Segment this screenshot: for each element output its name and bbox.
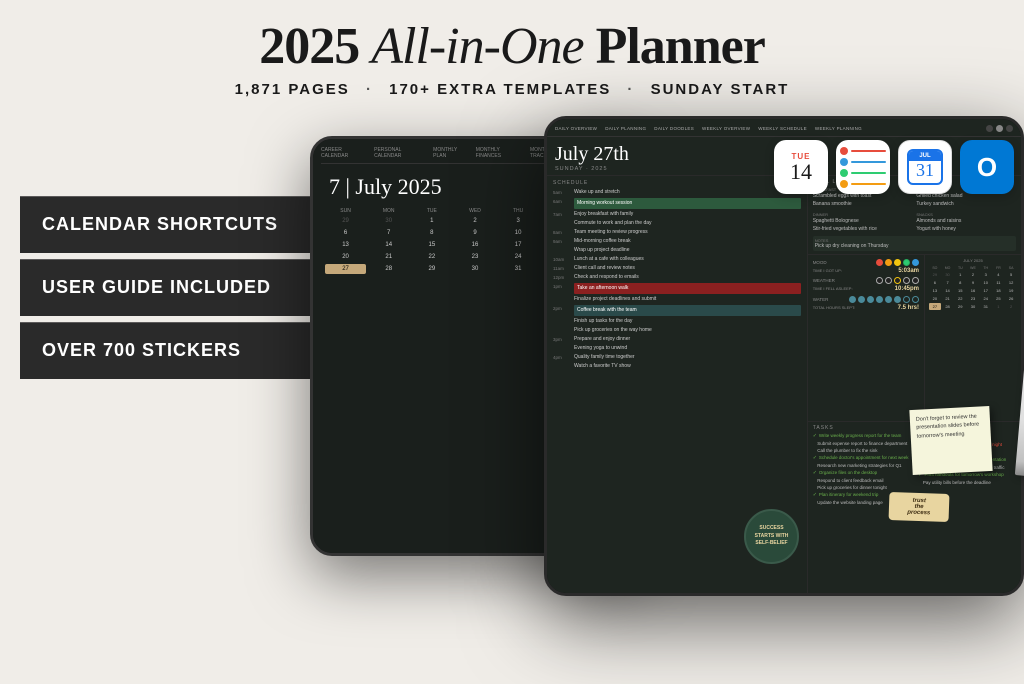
templates-count: 170+ EXTRA TEMPLATES — [389, 81, 611, 98]
tasks-label: TASKS — [813, 425, 911, 431]
start-day: SUNDAY START — [651, 81, 790, 98]
apple-calendar-icon: TUE 14 — [774, 140, 828, 194]
feature-user-guide: USER GUIDE INCLUDED — [20, 259, 330, 316]
trust-badge: trusttheprocess — [889, 492, 950, 522]
feature-stickers: OVER 700 STICKERS — [20, 322, 330, 379]
pages-count: 1,871 PAGES — [235, 81, 350, 98]
reminders-icon — [836, 140, 890, 194]
features-panel: CALENDAR SHORTCUTS USER GUIDE INCLUDED O… — [20, 116, 330, 616]
subtitle: 1,871 PAGES · 170+ EXTRA TEMPLATES · SUN… — [0, 81, 1024, 98]
schedule-label: SCHEDULE — [553, 180, 801, 186]
mini-calendar-section: JULY 2025 SO MO TU WE TH FR SA 29 — [925, 255, 1021, 421]
gcal-date: 31 — [916, 161, 934, 181]
title-italic: All-in-One — [371, 18, 583, 75]
title-plain: 2025 — [259, 18, 371, 75]
cal-date: 14 — [790, 161, 812, 183]
app-icons-row: TUE 14 JUL 31 O — [774, 140, 1014, 194]
feature-calendar-shortcuts: CALENDAR SHORTCUTS — [20, 196, 330, 253]
google-calendar-icon: JUL 31 — [898, 140, 952, 194]
metrics-section: MOOD — [808, 255, 925, 421]
sticky-note: Don't forget to review the presentation … — [909, 421, 992, 476]
outlook-icon: O — [960, 140, 1014, 194]
success-sticker: SUCCESSSTARTS WITHSELF-BELIEF — [744, 509, 799, 564]
dot-1: · — [366, 81, 373, 98]
page-header: 2025 All-in-One Planner 1,871 PAGES · 17… — [0, 0, 1024, 106]
main-title: 2025 All-in-One Planner — [0, 18, 1024, 75]
front-nav: DAILY OVERVIEW DAILY PLANNING DAILY DOOD… — [547, 119, 1021, 137]
title-end: Planner — [584, 18, 765, 75]
dot-2: · — [627, 81, 634, 98]
